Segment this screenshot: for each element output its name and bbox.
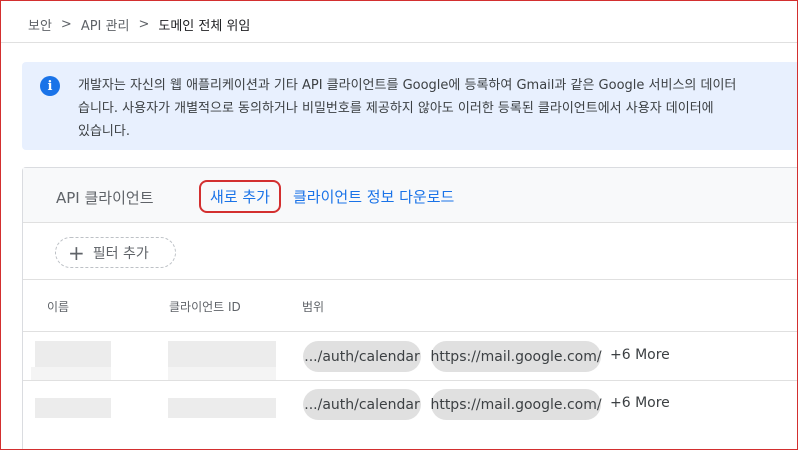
scope-chip-gmail[interactable]: https://mail.google.com/ [430, 389, 602, 420]
column-header-client-id[interactable]: 클라이언트 ID [169, 298, 241, 315]
header-divider [0, 42, 798, 43]
redacted-client-id [168, 341, 276, 367]
column-header-name[interactable]: 이름 [47, 298, 69, 315]
info-banner-text: 개발자는 자신의 웹 애플리케이션과 기타 API 클라이언트를 Google에… [78, 74, 798, 143]
column-header-scopes[interactable]: 범위 [302, 298, 324, 315]
more-scopes-link[interactable]: +6 More [610, 347, 670, 363]
api-clients-card: API 클라이언트 새로 추가 클라이언트 정보 다운로드 + 필터 추가 이름… [22, 167, 798, 450]
breadcrumb-current-page: 도메인 전체 위임 [158, 18, 251, 34]
scope-chip-calendar[interactable]: .../auth/calendar [303, 389, 421, 420]
add-filter-label: 필터 추가 [92, 245, 149, 262]
more-scopes-link[interactable]: +6 More [610, 395, 670, 411]
redacted-name [35, 341, 111, 367]
redacted-client-id [168, 398, 276, 418]
redacted-name [35, 398, 111, 418]
info-icon: i [40, 76, 60, 96]
breadcrumb-security-link[interactable]: 보안 [28, 15, 52, 34]
breadcrumb-api-management-link[interactable]: API 관리 [81, 15, 130, 34]
redacted-client-id [168, 367, 276, 381]
info-banner-line: 습니다. 사용자가 개별적으로 동의하거나 비밀번호를 제공하지 않아도 이러한… [78, 101, 714, 116]
info-banner: i 개발자는 자신의 웹 애플리케이션과 기타 API 클라이언트를 Googl… [22, 62, 798, 150]
breadcrumb: 보안 > API 관리 > 도메인 전체 위임 [28, 14, 250, 34]
table-row[interactable]: .../auth/calendar https://mail.google.co… [23, 331, 798, 381]
card-header: API 클라이언트 새로 추가 클라이언트 정보 다운로드 [23, 168, 798, 223]
download-client-info-link[interactable]: 클라이언트 정보 다운로드 [293, 186, 454, 207]
filter-divider [23, 279, 798, 280]
add-new-button[interactable]: 새로 추가 [199, 180, 281, 213]
info-banner-line: 개발자는 자신의 웹 애플리케이션과 기타 API 클라이언트를 Google에… [78, 78, 737, 93]
plus-icon: + [68, 240, 85, 265]
scope-chip-gmail[interactable]: https://mail.google.com/ [430, 341, 602, 372]
redacted-name [31, 367, 111, 381]
info-banner-line: 있습니다. [78, 124, 130, 139]
add-filter-button[interactable]: + 필터 추가 [55, 237, 176, 268]
breadcrumb-separator: > [60, 16, 72, 32]
card-title: API 클라이언트 [56, 189, 154, 207]
scope-chip-calendar[interactable]: .../auth/calendar [303, 341, 421, 372]
table-row[interactable]: .../auth/calendar https://mail.google.co… [23, 380, 798, 430]
breadcrumb-separator: > [138, 16, 150, 32]
